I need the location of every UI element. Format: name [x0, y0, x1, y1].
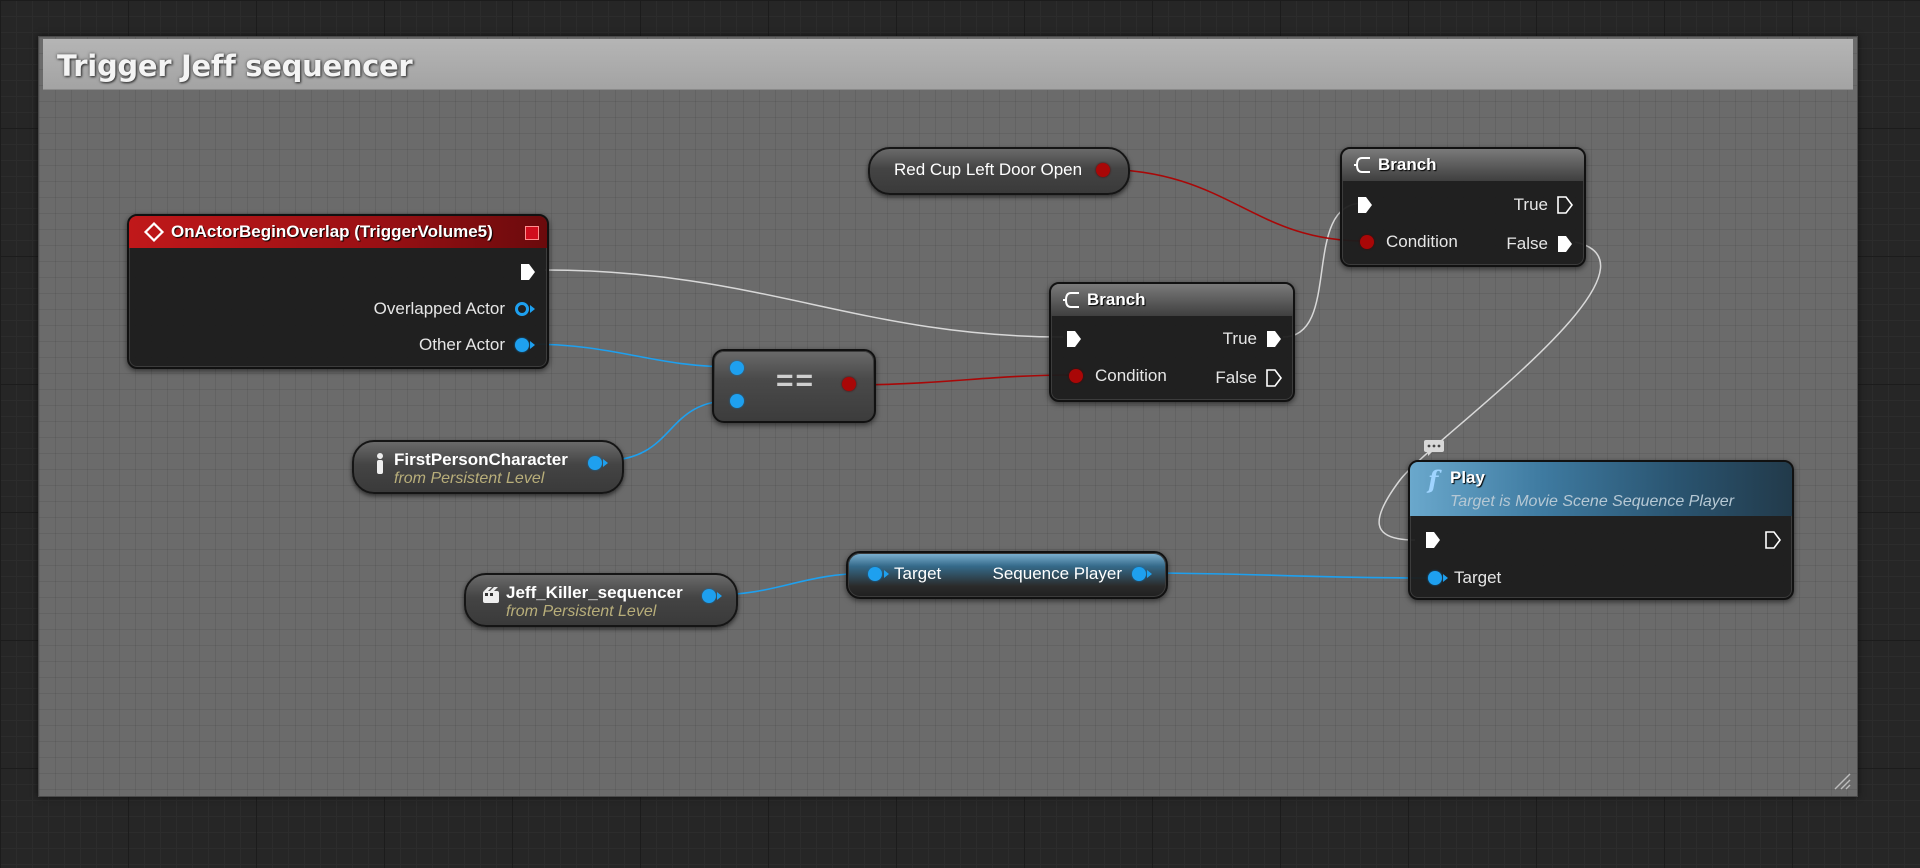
branch-1-false-pin-icon[interactable]	[1265, 368, 1283, 388]
branch-1-true-pin-icon[interactable]	[1265, 329, 1283, 349]
branch-icon	[1354, 157, 1370, 173]
branch-2-condition-label: Condition	[1386, 232, 1458, 251]
branch-icon	[1063, 292, 1079, 308]
play-function-node[interactable]: f Play Target is Movie Scene Sequence Pl…	[1408, 460, 1794, 600]
branch-2-condition-pin[interactable]	[1360, 235, 1374, 249]
pin-arrow-icon	[530, 305, 535, 313]
red-cup-left-door-open-label: Red Cup Left Door Open	[894, 160, 1083, 179]
play-target-pin[interactable]	[1428, 571, 1442, 585]
branch-node-1[interactable]: Branch Condition True False	[1049, 282, 1295, 402]
play-node-header[interactable]: f Play Target is Movie Scene Sequence Pl…	[1410, 462, 1792, 516]
pin-arrow-icon	[603, 459, 608, 467]
sequence-getter-out-pin[interactable]	[1132, 567, 1146, 581]
sequence-getter-target-pin[interactable]	[868, 567, 882, 581]
sequence-getter-output-label: Sequence Player	[992, 564, 1122, 583]
function-f-icon: f	[1428, 465, 1439, 494]
red-cup-out-pin[interactable]	[1096, 163, 1110, 177]
branch-2-exec-in-pin-icon[interactable]	[1356, 195, 1374, 215]
equal-node[interactable]: ==	[712, 349, 876, 423]
event-node-title: OnActorBeginOverlap (TriggerVolume5)	[171, 222, 493, 241]
branch-2-header[interactable]: Branch	[1342, 149, 1584, 181]
play-node-subtitle: Target is Movie Scene Sequence Player	[1450, 493, 1735, 510]
overlapped-actor-label: Overlapped Actor	[373, 299, 505, 318]
pin-arrow-icon	[1147, 570, 1152, 578]
jeff-killer-sequencer-subtitle: from Persistent Level	[506, 603, 657, 620]
pin-arrow-icon	[530, 341, 535, 349]
comment-bubble-icon[interactable]	[1423, 439, 1445, 457]
equal-output-pin[interactable]	[842, 377, 856, 391]
branch-1-title: Branch	[1087, 290, 1146, 309]
branch-1-false-label: False	[1215, 368, 1257, 387]
comment-title: Trigger Jeff sequencer	[57, 49, 413, 83]
play-node-title: Play	[1450, 468, 1485, 487]
equal-input-b-pin[interactable]	[730, 394, 744, 408]
sequence-player-getter-node[interactable]: Target Sequence Player	[846, 551, 1168, 599]
exec-out-pin-icon[interactable]	[519, 262, 537, 282]
branch-node-2[interactable]: Branch Condition True False	[1340, 147, 1586, 267]
pin-arrow-icon	[884, 570, 889, 578]
pin-arrow-icon	[717, 592, 722, 600]
first-person-character-subtitle: from Persistent Level	[394, 470, 545, 487]
jeff-killer-sequencer-ref[interactable]: Jeff_Killer_sequencer from Persistent Le…	[464, 573, 738, 627]
branch-2-true-pin-icon[interactable]	[1556, 195, 1574, 215]
delegate-pin-icon[interactable]	[525, 226, 539, 240]
equal-input-a-pin[interactable]	[730, 361, 744, 375]
event-node-header[interactable]: OnActorBeginOverlap (TriggerVolume5)	[129, 216, 547, 248]
play-exec-in-pin-icon[interactable]	[1424, 530, 1442, 550]
actor-reference-icon	[377, 453, 383, 474]
other-actor-pin[interactable]	[515, 338, 529, 352]
branch-2-false-label: False	[1506, 234, 1548, 253]
branch-1-exec-in-pin-icon[interactable]	[1065, 329, 1083, 349]
sequence-getter-target-label: Target	[894, 564, 942, 583]
comment-title-bar[interactable]: Trigger Jeff sequencer	[43, 39, 1853, 90]
event-node[interactable]: OnActorBeginOverlap (TriggerVolume5) Ove…	[127, 214, 549, 369]
overlapped-actor-pin[interactable]	[515, 302, 529, 316]
resize-handle-icon[interactable]	[1833, 772, 1851, 790]
branch-2-title: Branch	[1378, 155, 1437, 174]
play-target-label: Target	[1454, 568, 1502, 587]
branch-1-true-label: True	[1222, 329, 1257, 348]
branch-1-condition-pin[interactable]	[1069, 369, 1083, 383]
jeff-killer-sequencer-out-pin[interactable]	[702, 589, 716, 603]
event-diamond-icon	[143, 221, 165, 243]
equal-operator-label: ==	[776, 364, 816, 397]
red-cup-left-door-open-var[interactable]: Red Cup Left Door Open	[868, 147, 1130, 195]
other-actor-label: Other Actor	[419, 335, 505, 354]
first-person-character-title: FirstPersonCharacter	[394, 450, 568, 469]
jeff-killer-sequencer-title: Jeff_Killer_sequencer	[506, 583, 683, 602]
first-person-character-out-pin[interactable]	[588, 456, 602, 470]
pin-arrow-icon	[1443, 574, 1448, 582]
play-exec-out-pin-icon[interactable]	[1764, 530, 1782, 550]
branch-1-header[interactable]: Branch	[1051, 284, 1293, 316]
branch-1-condition-label: Condition	[1095, 366, 1167, 385]
level-sequence-icon	[483, 587, 499, 603]
first-person-character-ref[interactable]: FirstPersonCharacter from Persistent Lev…	[352, 440, 624, 494]
branch-2-true-label: True	[1513, 195, 1548, 214]
branch-2-false-pin-icon[interactable]	[1556, 234, 1574, 254]
